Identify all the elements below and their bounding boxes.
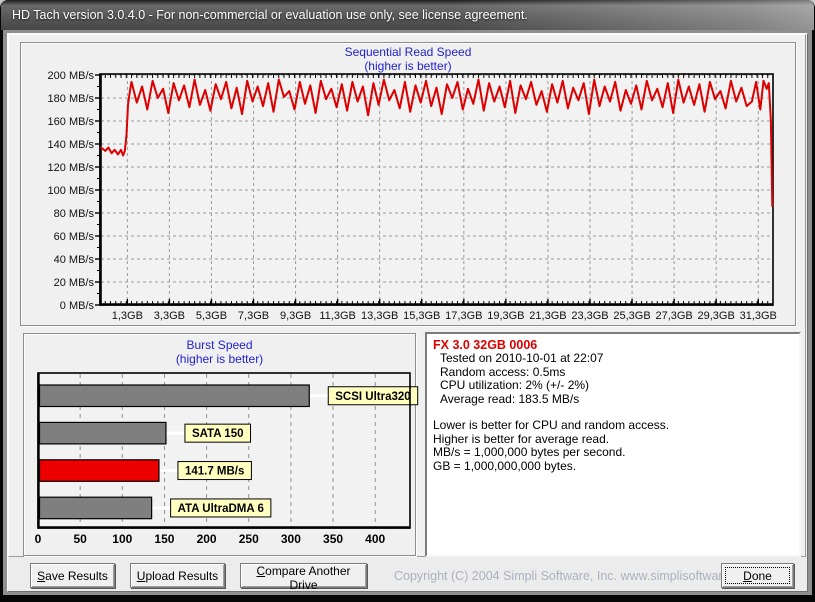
sequential-read-chart: 1,3GB 3,3GB 5,3GB 7,3GB 9,3GB 11,3GB 13,3GB 15,… bbox=[14, 70, 798, 324]
x-tick-label: 400 bbox=[365, 532, 385, 546]
drive-name: FX 3.0 32GB 0006 bbox=[433, 338, 793, 352]
x-tick-label: 200 bbox=[197, 532, 217, 546]
y-tick-label: 200 MB/s bbox=[48, 70, 95, 82]
window-title: HD Tach version 3.0.4.0 - For non-commer… bbox=[12, 8, 528, 22]
y-tick-label: 60 MB/s bbox=[54, 231, 95, 243]
x-tick-label: 1,3GB bbox=[112, 310, 143, 322]
y-tick-label: 100 MB/s bbox=[48, 185, 95, 197]
x-tick-label: 25,3GB bbox=[613, 310, 650, 322]
x-tick-label: 5,3GB bbox=[196, 310, 227, 322]
random-access-line: Random access: 0.5ms bbox=[433, 366, 793, 380]
sequential-chart-title: Sequential Read Speed bbox=[20, 45, 796, 59]
bar-label-text: 141.7 MB/s bbox=[185, 466, 244, 478]
x-tick-label: 150 bbox=[154, 532, 174, 546]
x-tick-label: 23,3GB bbox=[571, 310, 608, 322]
burst-bar bbox=[40, 497, 152, 519]
note-lower-better: Lower is better for CPU and random acces… bbox=[433, 419, 793, 433]
y-tick-label: 120 MB/s bbox=[48, 162, 95, 174]
y-tick-label: 0 MB/s bbox=[60, 300, 95, 312]
tested-on-line: Tested on 2010-10-01 at 22:07 bbox=[433, 352, 793, 366]
x-tick-label: 31,3GB bbox=[740, 310, 777, 322]
x-tick-label: 350 bbox=[323, 532, 343, 546]
y-tick-label: 80 MB/s bbox=[54, 208, 95, 220]
note-higher-better: Higher is better for average read. bbox=[433, 433, 793, 447]
x-tick-label: 21,3GB bbox=[529, 310, 566, 322]
x-tick-label: 13,3GB bbox=[361, 310, 398, 322]
compare-another-drive-button[interactable]: Compare Another Drive bbox=[240, 563, 367, 588]
bar-label-text: SCSI Ultra320 bbox=[335, 391, 410, 403]
x-tick-label: 9,3GB bbox=[280, 310, 311, 322]
burst-bar bbox=[40, 385, 310, 407]
x-tick-label: 29,3GB bbox=[698, 310, 735, 322]
burst-chart-title: Burst Speed bbox=[23, 338, 416, 352]
cpu-utilization-line: CPU utilization: 2% (+/- 2%) bbox=[433, 379, 793, 393]
x-tick-label: 15,3GB bbox=[403, 310, 440, 322]
x-tick-label: 17,3GB bbox=[445, 310, 482, 322]
y-tick-label: 160 MB/s bbox=[48, 116, 95, 128]
x-tick-label: 300 bbox=[281, 532, 301, 546]
drive-info-panel: FX 3.0 32GB 0006 Tested on 2010-10-01 at… bbox=[425, 332, 801, 557]
x-tick-label: 7,3GB bbox=[238, 310, 269, 322]
y-tick-label: 140 MB/s bbox=[48, 139, 95, 151]
y-tick-label: 40 MB/s bbox=[54, 254, 95, 266]
average-read-line: Average read: 183.5 MB/s bbox=[433, 393, 793, 407]
y-tick-label: 20 MB/s bbox=[54, 277, 95, 289]
note-gb-definition: GB = 1,000,000,000 bytes. bbox=[433, 460, 793, 474]
burst-bar bbox=[40, 422, 166, 444]
burst-speed-chart: SCSI Ultra320 SATA 150 141.7 MB/s ATA Ultra… bbox=[23, 368, 416, 554]
x-tick-label: 250 bbox=[239, 532, 259, 546]
x-tick-label: 3,3GB bbox=[154, 310, 185, 322]
bar-label-text: ATA UltraDMA 6 bbox=[178, 503, 264, 515]
x-tick-label: 0 bbox=[35, 532, 42, 546]
upload-results-button[interactable]: Upload Results bbox=[130, 563, 225, 588]
burst-chart-subtitle: (higher is better) bbox=[23, 352, 416, 366]
bar-label-text: SATA 150 bbox=[192, 428, 244, 440]
x-tick-label: 50 bbox=[73, 532, 87, 546]
x-tick-label: 100 bbox=[112, 532, 132, 546]
copyright-text: Copyright (C) 2004 Simpli Software, Inc.… bbox=[394, 569, 714, 583]
burst-bar bbox=[40, 460, 159, 482]
done-button[interactable]: Done bbox=[721, 563, 794, 588]
x-tick-label: 19,3GB bbox=[487, 310, 524, 322]
save-results-button[interactable]: Save Results bbox=[30, 563, 115, 588]
title-bar[interactable]: HD Tach version 3.0.4.0 - For non-commer… bbox=[1, 0, 814, 30]
y-tick-label: 180 MB/s bbox=[48, 93, 95, 105]
x-tick-label: 27,3GB bbox=[655, 310, 692, 322]
note-mbs-definition: MB/s = 1,000,000 bytes per second. bbox=[433, 446, 793, 460]
app-window: HD Tach version 3.0.4.0 - For non-commer… bbox=[0, 0, 815, 602]
x-tick-label: 11,3GB bbox=[319, 310, 356, 322]
